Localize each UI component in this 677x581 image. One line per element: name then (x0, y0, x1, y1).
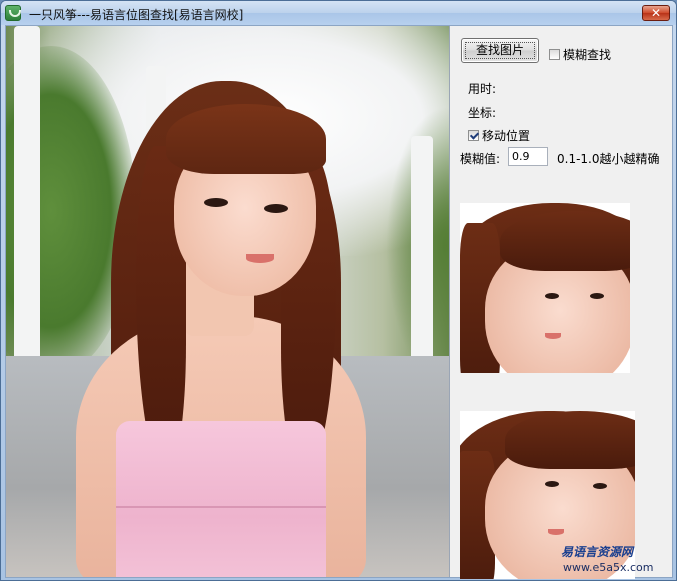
move-position-checkbox-box[interactable] (468, 130, 479, 141)
watermark-text: 易语言资源网 (561, 545, 634, 559)
close-button[interactable]: ✕ (642, 5, 670, 21)
photo-mouth (246, 254, 274, 263)
thumb2-bangs (505, 411, 635, 469)
fuzzy-value-label: 模糊值: (460, 152, 501, 166)
fuzzy-hint: 0.1-1.0越小越精确 (557, 152, 660, 166)
app-window: 一只风筝---易语言位图查找[易语言网校] ✕ 查找图片 模糊查找 用时: 坐标… (0, 0, 677, 581)
photo-pillar (14, 26, 40, 366)
thumb-eye-left (545, 293, 559, 299)
title-bar[interactable]: 一只风筝---易语言位图查找[易语言网校] ✕ (1, 1, 676, 25)
coord-label: 坐标: (468, 106, 497, 120)
thumb2-eye-right (593, 483, 607, 489)
photo-dress-seam (116, 506, 326, 508)
client-area: 查找图片 模糊查找 用时: 坐标: 移动位置 模糊值: 0.9 0.1-1.0越… (5, 25, 673, 579)
fuzzy-find-checkbox[interactable]: 模糊查找 (549, 46, 611, 63)
find-image-button[interactable]: 查找图片 (461, 38, 539, 63)
thumb-bangs (500, 211, 630, 271)
move-position-checkbox[interactable]: 移动位置 (468, 127, 530, 144)
main-photo (6, 26, 450, 577)
template-thumbnail (460, 203, 630, 373)
photo-eye-left (204, 198, 228, 207)
window-title: 一只风筝---易语言位图查找[易语言网校] (29, 8, 244, 22)
thumb2-eye-left (545, 481, 559, 487)
watermark-url: www.e5a5x.com (563, 561, 654, 574)
thumb2-mouth (548, 529, 564, 535)
close-icon: ✕ (650, 6, 662, 20)
photo-bangs (166, 104, 326, 174)
photo-dress (116, 421, 326, 577)
app-icon (5, 5, 21, 21)
thumb-mouth (545, 333, 561, 339)
photo-pillar (411, 136, 433, 366)
thumb-eye-right (590, 293, 604, 299)
time-label: 用时: (468, 82, 497, 96)
fuzzy-find-checkbox-box[interactable] (549, 49, 560, 60)
fuzzy-find-label: 模糊查找 (563, 48, 612, 62)
move-position-label: 移动位置 (482, 129, 531, 143)
photo-eye-right (264, 204, 288, 213)
fuzzy-value-input[interactable]: 0.9 (508, 147, 548, 166)
